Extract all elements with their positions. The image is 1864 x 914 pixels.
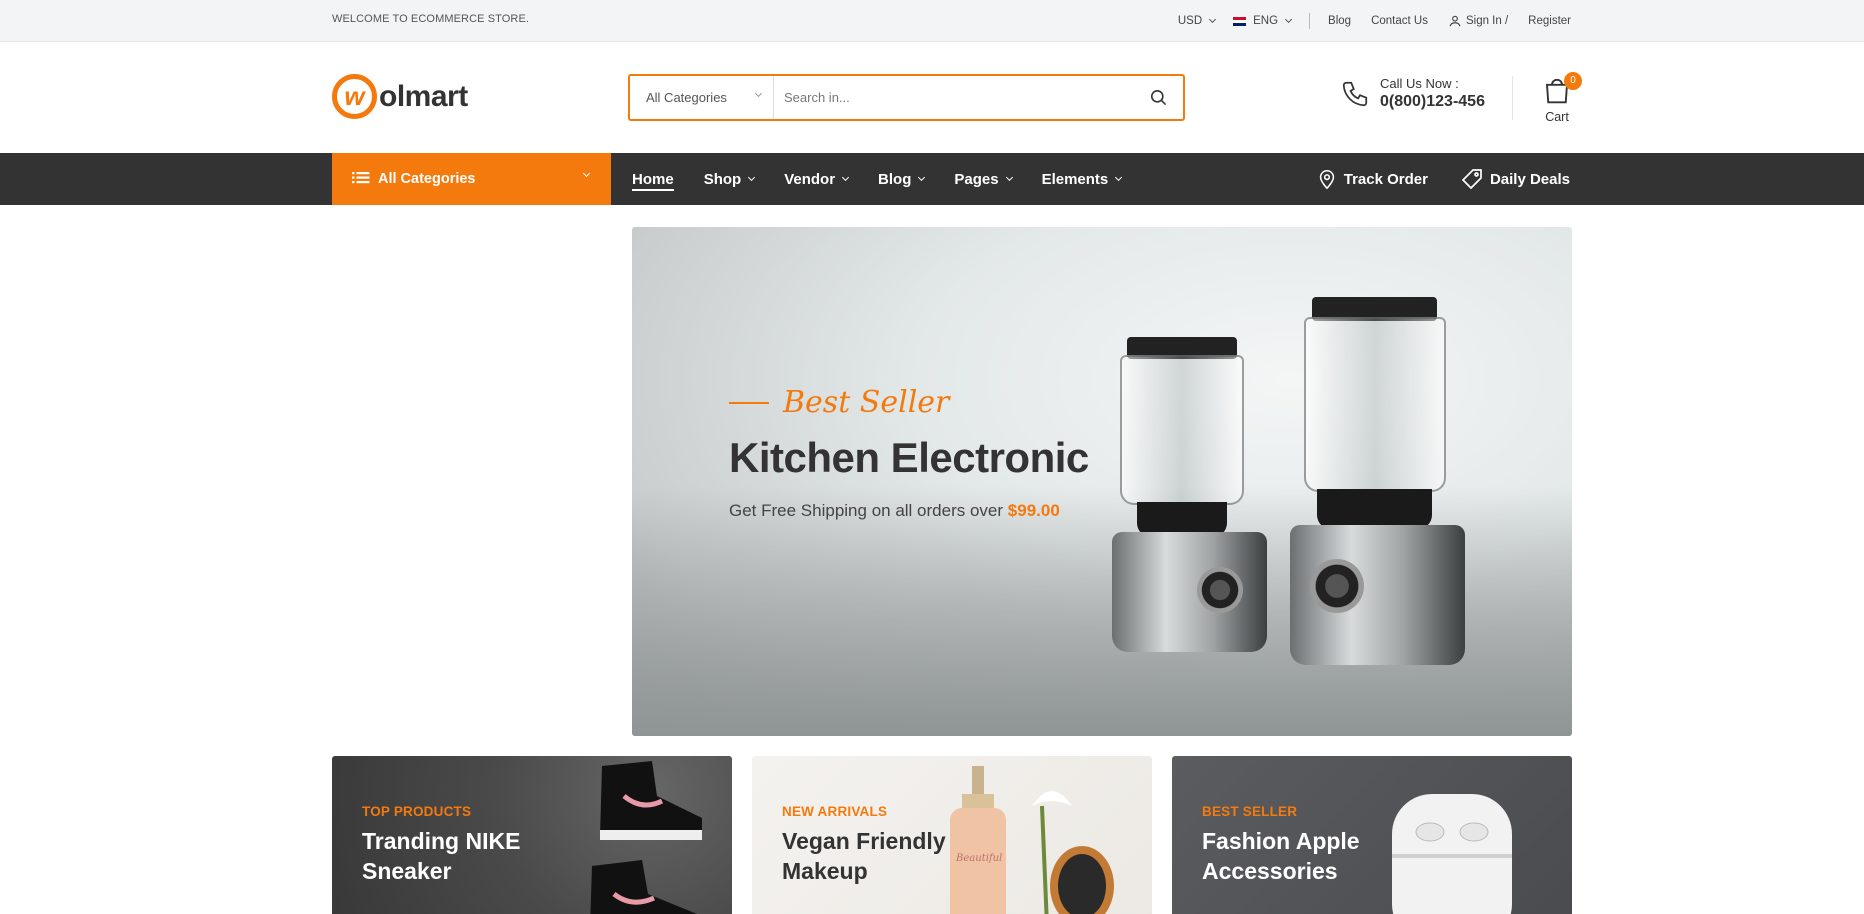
chevron-down-icon xyxy=(1005,173,1013,182)
all-categories-label: All Categories xyxy=(378,171,476,187)
register-link[interactable]: Register xyxy=(1528,15,1571,27)
promo-tag: BEST SELLER xyxy=(1202,804,1298,819)
nav-item-pages[interactable]: Pages xyxy=(954,153,1013,205)
search-button[interactable] xyxy=(1133,76,1183,119)
banner-title: Kitchen Electronic xyxy=(729,434,1089,481)
nav-menu: Home Shop Vendor Blog Pages Elements xyxy=(632,153,1151,205)
blog-link[interactable]: Blog xyxy=(1328,15,1351,27)
chevron-down-icon xyxy=(918,173,926,182)
language-select[interactable]: ENG xyxy=(1233,15,1293,27)
daily-deals-label: Daily Deals xyxy=(1489,170,1570,188)
chevron-down-icon xyxy=(748,173,756,182)
promo-card-makeup[interactable]: Beautiful NEW ARRIVALS Vegan Friendly Ma… xyxy=(752,756,1152,914)
promo-card-accessories[interactable]: BEST SELLER Fashion Apple Accessories xyxy=(1172,756,1572,914)
phone-icon xyxy=(1342,82,1368,107)
hero-banner[interactable]: Best Seller Kitchen Electronic Get Free … xyxy=(632,227,1572,736)
map-pin-icon xyxy=(1319,169,1334,190)
currency-value: USD xyxy=(1177,15,1203,27)
nav-item-elements[interactable]: Elements xyxy=(1041,153,1123,205)
nav-item-home[interactable]: Home xyxy=(632,153,674,205)
nav-item-label: Vendor xyxy=(784,170,836,188)
currency-select[interactable]: USD xyxy=(1177,15,1217,27)
banner-subtitle-text: Best Seller xyxy=(783,385,950,420)
user-icon xyxy=(1449,15,1461,27)
nav-item-label: Elements xyxy=(1041,170,1109,188)
blender-image xyxy=(1272,297,1482,677)
daily-deals-link[interactable]: Daily Deals xyxy=(1460,167,1570,191)
top-bar-right: USD ENG Blog Contact Us Sign In / Regist… xyxy=(1178,0,1571,42)
main-nav: All Categories Home Shop Vendor Blog Pag… xyxy=(0,153,1864,205)
promo-tag: NEW ARRIVALS xyxy=(782,804,888,819)
divider xyxy=(1309,13,1311,29)
chevron-down-icon xyxy=(842,173,850,182)
call-us-label: Call Us Now : xyxy=(1380,76,1459,91)
main-header: w olmart All Categories Call Us Now : 0(… xyxy=(0,42,1864,153)
chevron-down-icon xyxy=(582,169,591,178)
banner-price: $99.00 xyxy=(1007,501,1060,520)
track-order-link[interactable]: Track Order xyxy=(1316,168,1428,190)
top-bar: WELCOME TO ECOMMERCE STORE. USD ENG Blog… xyxy=(0,0,1864,42)
cart-label: Cart xyxy=(1545,110,1569,124)
nav-item-label: Pages xyxy=(954,170,999,188)
signin-link[interactable]: Sign In / xyxy=(1448,14,1508,28)
cart-count-badge: 0 xyxy=(1564,72,1582,90)
nav-item-shop[interactable]: Shop xyxy=(703,153,756,205)
nav-item-blog[interactable]: Blog xyxy=(878,153,926,205)
cart-button[interactable]: 0 Cart xyxy=(1536,72,1582,124)
nav-item-label: Blog xyxy=(878,170,912,188)
chevron-down-icon xyxy=(1209,15,1217,24)
all-categories-dropdown[interactable]: All Categories xyxy=(332,153,611,205)
call-us-number: 0(800)123-456 xyxy=(1380,92,1485,110)
banner-description: Get Free Shipping on all orders over $99… xyxy=(729,501,1060,521)
search-category-value: All Categories xyxy=(646,90,727,105)
chevron-down-icon xyxy=(1115,173,1123,182)
welcome-text: WELCOME TO ECOMMERCE STORE. xyxy=(332,13,530,25)
search-category-select[interactable]: All Categories xyxy=(630,76,774,119)
contact-link[interactable]: Contact Us xyxy=(1371,15,1428,27)
nav-item-vendor[interactable]: Vendor xyxy=(784,153,850,205)
banner-subtitle: Best Seller xyxy=(729,385,949,420)
promo-card-sneakers[interactable]: TOP PRODUCTS Tranding NIKE Sneaker xyxy=(332,756,732,914)
logo-mark: w xyxy=(332,74,377,119)
sneaker-image xyxy=(590,761,702,914)
call-us[interactable]: Call Us Now : 0(800)123-456 xyxy=(1340,76,1485,112)
price-tag-icon xyxy=(1461,169,1482,190)
nav-item-label: Shop xyxy=(703,170,742,188)
banner-desc-text: Get Free Shipping on all orders over xyxy=(729,501,1004,520)
nav-right: Track Order Daily Deals xyxy=(1284,153,1570,205)
search-icon xyxy=(1150,89,1166,106)
uk-flag-icon xyxy=(1233,16,1247,26)
list-icon xyxy=(352,172,370,184)
blender-image xyxy=(1102,337,1282,667)
track-order-label: Track Order xyxy=(1343,170,1428,188)
divider xyxy=(1512,76,1513,120)
promo-title: Vegan Friendly Makeup xyxy=(782,828,946,884)
logo[interactable]: w olmart xyxy=(332,74,468,119)
decorative-line xyxy=(729,401,769,404)
airpods-case-image xyxy=(1392,794,1512,914)
search-input[interactable] xyxy=(774,76,1133,119)
promo-tag: TOP PRODUCTS xyxy=(362,804,472,819)
promo-title: Tranding NIKE Sneaker xyxy=(362,828,521,884)
promo-title: Fashion Apple Accessories xyxy=(1202,828,1360,884)
signin-label: Sign In / xyxy=(1465,15,1509,27)
chevron-down-icon xyxy=(754,89,763,98)
nav-item-label: Home xyxy=(632,170,674,188)
language-value: ENG xyxy=(1253,15,1279,27)
chevron-down-icon xyxy=(1285,15,1293,24)
logo-text: olmart xyxy=(379,79,468,113)
page: WELCOME TO ECOMMERCE STORE. USD ENG Blog… xyxy=(0,0,1864,914)
search-bar: All Categories xyxy=(628,74,1185,121)
